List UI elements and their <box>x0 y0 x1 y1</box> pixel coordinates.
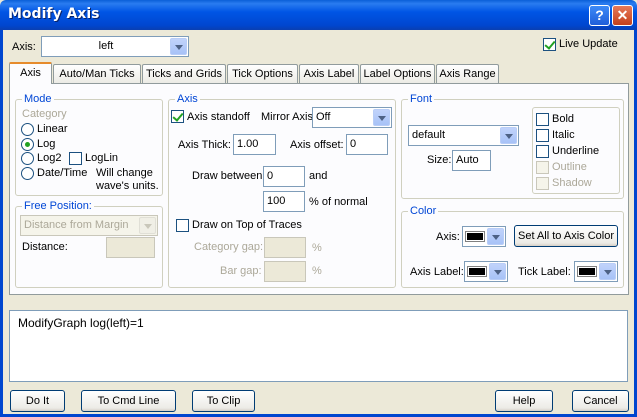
close-icon[interactable]: ✕ <box>612 5 633 26</box>
distance-input[interactable] <box>106 237 155 258</box>
command-text: ModifyGraph log(left)=1 <box>18 316 144 330</box>
mode-log-label: Log <box>37 138 56 150</box>
loglin-label: LogLin <box>85 152 119 164</box>
underline-label: Underline <box>552 145 600 157</box>
pct-of-normal-label: % of normal <box>309 196 368 208</box>
mirror-axis-select[interactable]: Off <box>312 107 392 128</box>
axis-color-label: Axis: <box>436 231 460 243</box>
live-update-checkbox[interactable] <box>543 38 556 51</box>
and-label: and <box>309 170 328 182</box>
axis-label-color-swatch <box>467 266 487 277</box>
outline-checkbox[interactable] <box>536 161 549 174</box>
bar-gap-label: Bar gap: <box>220 265 262 277</box>
axis-offset-input[interactable]: 0 <box>346 134 388 155</box>
mode-note-line2: wave's units. <box>96 180 159 192</box>
help-icon[interactable]: ? <box>589 5 610 26</box>
draw-on-top-label: Draw on Top of Traces <box>192 219 302 231</box>
axis-thick-input[interactable]: 1.00 <box>233 134 276 155</box>
window-title: Modify Axis <box>8 6 100 22</box>
tab-label-options[interactable]: Label Options <box>360 64 435 83</box>
chevron-down-icon <box>489 263 506 280</box>
axis-offset-label: Axis offset: <box>290 139 344 151</box>
live-update-label: Live Update <box>559 38 618 50</box>
italic-checkbox[interactable] <box>536 129 549 142</box>
underline-checkbox[interactable] <box>536 145 549 158</box>
italic-label: Italic <box>552 129 575 141</box>
do-it-button[interactable]: Do It <box>10 390 65 412</box>
draw-to-input[interactable]: 100 <box>263 191 305 212</box>
to-cmd-line-button[interactable]: To Cmd Line <box>81 390 176 412</box>
axis-select-label: Axis: <box>12 41 36 53</box>
shadow-checkbox[interactable] <box>536 177 549 190</box>
cancel-button[interactable]: Cancel <box>572 390 629 412</box>
tab-ticks-and-grids[interactable]: Ticks and Grids <box>142 64 226 83</box>
shadow-label: Shadow <box>552 177 592 189</box>
chevron-down-icon <box>139 217 156 234</box>
mode-linear-radio[interactable] <box>21 123 34 136</box>
color-group-title: Color <box>408 205 439 217</box>
chevron-down-icon <box>599 263 616 280</box>
bar-gap-pct: % <box>312 265 322 277</box>
tick-label-color-swatch <box>577 266 597 277</box>
mode-group-title: Mode <box>22 93 54 105</box>
category-gap-label: Category gap: <box>194 241 264 253</box>
font-group-title: Font <box>408 93 435 105</box>
command-text-area[interactable]: ModifyGraph log(left)=1 <box>9 310 628 382</box>
free-position-select[interactable]: Distance from Margin <box>20 215 158 236</box>
chevron-down-icon <box>487 228 504 245</box>
free-position-title: Free Position: <box>22 200 94 212</box>
mode-linear-label: Linear <box>37 123 68 135</box>
axis-group-title: Axis <box>175 93 200 105</box>
axis-label-color-picker[interactable] <box>464 261 508 282</box>
bar-gap-input[interactable] <box>264 261 306 282</box>
font-size-input[interactable]: Auto <box>452 150 491 171</box>
mode-log2-label: Log2 <box>37 152 62 164</box>
tab-axis-range[interactable]: Axis Range <box>436 64 499 83</box>
axis-standoff-label: Axis standoff <box>187 111 250 123</box>
category-gap-input[interactable] <box>264 237 306 258</box>
loglin-checkbox[interactable] <box>69 152 82 165</box>
to-clip-button[interactable]: To Clip <box>192 390 255 412</box>
outline-label: Outline <box>552 161 587 173</box>
category-label: Category <box>22 108 67 120</box>
font-size-label: Size: <box>427 154 452 166</box>
tab-auto-man-ticks[interactable]: Auto/Man Ticks <box>53 64 141 83</box>
mode-log-radio[interactable] <box>21 138 34 151</box>
mode-datetime-radio[interactable] <box>21 167 34 180</box>
draw-from-input[interactable]: 0 <box>263 166 305 187</box>
distance-label: Distance: <box>22 241 68 253</box>
axis-color-picker[interactable] <box>462 226 506 247</box>
tab-axis-label[interactable]: Axis Label <box>299 64 359 83</box>
bold-label: Bold <box>552 113 575 125</box>
help-button[interactable]: Help <box>495 390 553 412</box>
tick-label-color-picker[interactable] <box>574 261 618 282</box>
axis-select[interactable]: left <box>41 36 189 57</box>
mode-datetime-label: Date/Time <box>37 167 88 179</box>
set-all-axis-color-button[interactable]: Set All to Axis Color <box>514 225 618 247</box>
draw-between-label: Draw between <box>192 170 263 182</box>
bold-checkbox[interactable] <box>536 113 549 126</box>
tick-label-color-label: Tick Label: <box>518 266 571 278</box>
chevron-down-icon <box>500 127 517 144</box>
tab-tick-options[interactable]: Tick Options <box>227 64 298 83</box>
draw-on-top-checkbox[interactable] <box>176 219 189 232</box>
mode-log2-radio[interactable] <box>21 152 34 165</box>
chevron-down-icon <box>373 109 390 126</box>
category-gap-pct: % <box>312 242 322 254</box>
mode-note-line1: Will change <box>96 167 153 179</box>
axis-color-swatch <box>465 231 485 242</box>
font-select[interactable]: default <box>408 125 519 146</box>
axis-label-color-label: Axis Label: <box>410 266 464 278</box>
axis-thick-label: Axis Thick: <box>178 139 231 151</box>
mirror-axis-label: Mirror Axis: <box>261 111 316 123</box>
tab-axis[interactable]: Axis <box>9 62 52 84</box>
chevron-down-icon <box>170 38 187 55</box>
axis-standoff-checkbox[interactable] <box>171 110 184 123</box>
